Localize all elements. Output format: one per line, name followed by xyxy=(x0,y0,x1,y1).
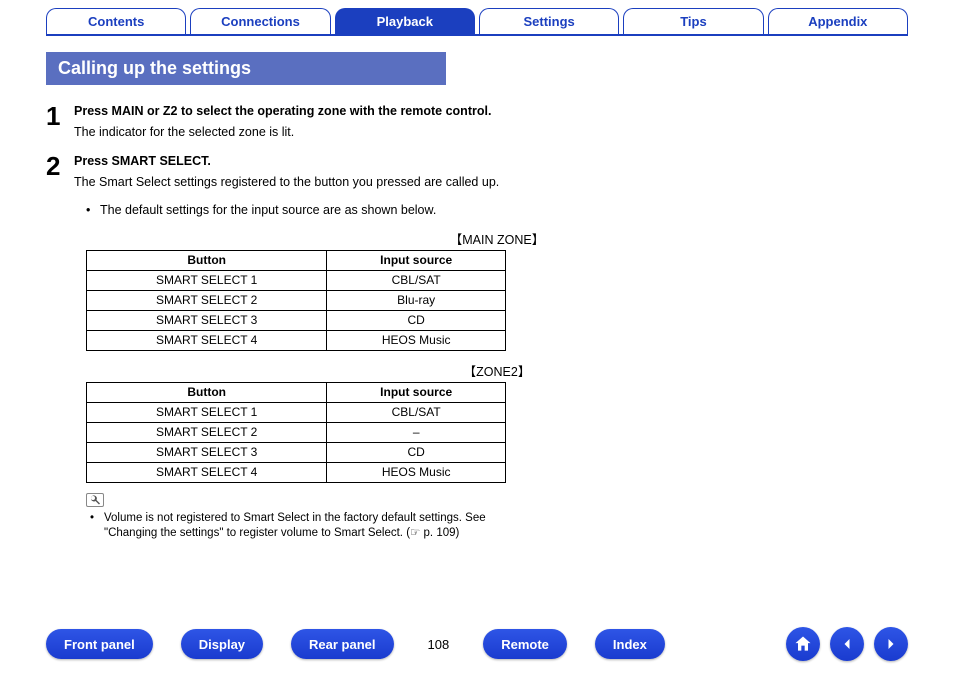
table-cell: Blu-ray xyxy=(327,290,506,310)
table-header: Input source xyxy=(327,250,506,270)
table-row: SMART SELECT 2– xyxy=(87,422,506,442)
rear-panel-button[interactable]: Rear panel xyxy=(291,629,393,659)
default-settings-bullet: • The default settings for the input sou… xyxy=(86,203,634,217)
table-wrap: 【ZONE2】 ButtonInput sourceSMART SELECT 1C… xyxy=(86,361,908,483)
table-cell: SMART SELECT 2 xyxy=(87,290,327,310)
step-subtext: The indicator for the selected zone is l… xyxy=(74,124,634,141)
table-cell: SMART SELECT 4 xyxy=(87,330,327,350)
table-cell: HEOS Music xyxy=(327,330,506,350)
table-cell: CD xyxy=(327,310,506,330)
step-number: 2 xyxy=(46,153,74,195)
table-cell: CBL/SAT xyxy=(327,402,506,422)
top-tab-bar: ContentsConnectionsPlaybackSettingsTipsA… xyxy=(0,0,954,34)
table-cell: CBL/SAT xyxy=(327,270,506,290)
bullet-dot: • xyxy=(86,203,100,217)
step-heading: Press SMART SELECT. xyxy=(74,153,634,170)
table-cell: SMART SELECT 1 xyxy=(87,270,327,290)
home-button[interactable] xyxy=(786,627,820,661)
table-row: SMART SELECT 4HEOS Music xyxy=(87,462,506,482)
table-row: SMART SELECT 4HEOS Music xyxy=(87,330,506,350)
page-number: 108 xyxy=(422,637,456,652)
table-cell: SMART SELECT 4 xyxy=(87,462,327,482)
index-button[interactable]: Index xyxy=(595,629,665,659)
bullet-dot: • xyxy=(90,511,104,542)
bottom-bar: Front panel Display Rear panel 108 Remote I… xyxy=(0,627,954,661)
table-header: Button xyxy=(87,250,327,270)
smart-select-table: ButtonInput sourceSMART SELECT 1CBL/SATS… xyxy=(86,382,506,483)
table-cell: SMART SELECT 3 xyxy=(87,442,327,462)
table-row: SMART SELECT 3CD xyxy=(87,310,506,330)
table-cell: SMART SELECT 1 xyxy=(87,402,327,422)
back-button[interactable] xyxy=(830,627,864,661)
note-box: • Volume is not registered to Smart Sele… xyxy=(86,493,506,542)
table-header: Button xyxy=(87,382,327,402)
table-header: Input source xyxy=(327,382,506,402)
tab-settings[interactable]: Settings xyxy=(479,8,619,34)
tab-appendix[interactable]: Appendix xyxy=(768,8,908,34)
table-row: SMART SELECT 3CD xyxy=(87,442,506,462)
step-number: 1 xyxy=(46,103,74,145)
table-wrap: 【MAIN ZONE】ButtonInput sourceSMART SELEC… xyxy=(86,229,908,351)
front-panel-button[interactable]: Front panel xyxy=(46,629,153,659)
tab-underline xyxy=(46,34,908,36)
table-caption: 【MAIN ZONE】 xyxy=(86,229,908,248)
default-settings-text: The default settings for the input sourc… xyxy=(100,203,634,217)
tab-contents[interactable]: Contents xyxy=(46,8,186,34)
tab-tips[interactable]: Tips xyxy=(623,8,763,34)
wrench-icon xyxy=(86,493,104,507)
remote-button[interactable]: Remote xyxy=(483,629,567,659)
table-cell: SMART SELECT 3 xyxy=(87,310,327,330)
table-caption: 【ZONE2】 xyxy=(86,361,908,380)
table-row: SMART SELECT 1CBL/SAT xyxy=(87,270,506,290)
step-subtext: The Smart Select settings registered to … xyxy=(74,174,634,191)
table-row: SMART SELECT 1CBL/SAT xyxy=(87,402,506,422)
table-cell: CD xyxy=(327,442,506,462)
table-cell: HEOS Music xyxy=(327,462,506,482)
tab-playback[interactable]: Playback xyxy=(335,8,475,34)
table-row: SMART SELECT 2Blu-ray xyxy=(87,290,506,310)
note-text: Volume is not registered to Smart Select… xyxy=(104,511,506,542)
step-body: Press MAIN or Z2 to select the operating… xyxy=(74,103,634,145)
table-cell: – xyxy=(327,422,506,442)
step: 1Press MAIN or Z2 to select the operatin… xyxy=(46,103,908,145)
display-button[interactable]: Display xyxy=(181,629,263,659)
section-title: Calling up the settings xyxy=(46,52,446,85)
forward-button[interactable] xyxy=(874,627,908,661)
tables-area: 【MAIN ZONE】ButtonInput sourceSMART SELEC… xyxy=(46,229,908,483)
step-body: Press SMART SELECT. The Smart Select sett… xyxy=(74,153,634,195)
step: 2Press SMART SELECT. The Smart Select set… xyxy=(46,153,908,195)
smart-select-table: ButtonInput sourceSMART SELECT 1CBL/SATS… xyxy=(86,250,506,351)
table-cell: SMART SELECT 2 xyxy=(87,422,327,442)
step-heading: Press MAIN or Z2 to select the operating… xyxy=(74,103,634,120)
steps-list: 1Press MAIN or Z2 to select the operatin… xyxy=(46,103,908,195)
tab-connections[interactable]: Connections xyxy=(190,8,330,34)
